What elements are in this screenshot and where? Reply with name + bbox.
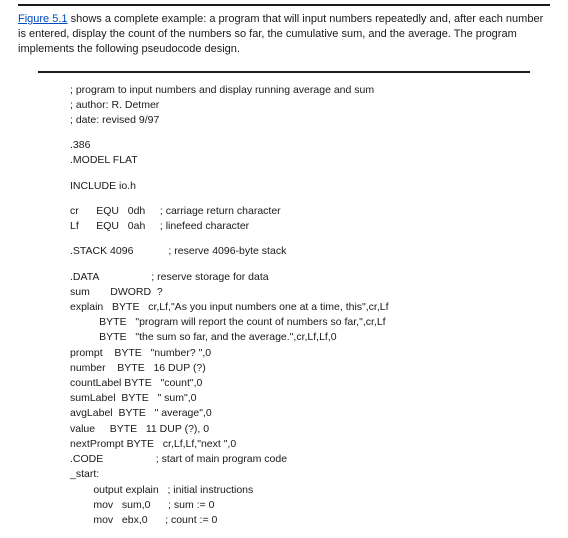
code-line: .MODEL FLAT: [70, 153, 568, 168]
code-line: prompt BYTE "number? ",0: [70, 346, 568, 361]
code-line: .STACK 4096 ; reserve 4096-byte stack: [70, 244, 568, 259]
code-line: BYTE "program will report the count of n…: [70, 315, 568, 330]
intro-text: shows a complete example: a program that…: [18, 13, 543, 55]
code-listing: ; program to input numbers and display r…: [0, 83, 568, 538]
code-line: nextPrompt BYTE cr,Lf,Lf,"next ",0: [70, 437, 568, 452]
code-line: ; date: revised 9/97: [70, 113, 568, 128]
code-line: BYTE "the sum so far, and the average.",…: [70, 330, 568, 345]
code-line: value BYTE 11 DUP (?), 0: [70, 422, 568, 437]
code-line: INCLUDE io.h: [70, 179, 568, 194]
code-line: .386: [70, 138, 568, 153]
code-line: .DATA ; reserve storage for data: [70, 270, 568, 285]
code-line: sum DWORD ?: [70, 285, 568, 300]
code-line: sumLabel BYTE " sum",0: [70, 391, 568, 406]
code-line: avgLabel BYTE " average",0: [70, 406, 568, 421]
intro-paragraph: Figure 5.1 shows a complete example: a p…: [0, 6, 568, 67]
divider: [38, 71, 530, 73]
code-line: output explain ; initial instructions: [70, 483, 568, 498]
code-line: Lf EQU 0ah ; linefeed character: [70, 219, 568, 234]
code-line: _start:: [70, 467, 568, 482]
code-line: explain BYTE cr,Lf,"As you input numbers…: [70, 300, 568, 315]
code-line: .CODE ; start of main program code: [70, 452, 568, 467]
figure-link[interactable]: Figure 5.1: [18, 13, 68, 25]
code-line: ; program to input numbers and display r…: [70, 83, 568, 98]
code-line: mov sum,0 ; sum := 0: [70, 498, 568, 513]
code-line: number BYTE 16 DUP (?): [70, 361, 568, 376]
code-line: cr EQU 0dh ; carriage return character: [70, 204, 568, 219]
code-line: ; author: R. Detmer: [70, 98, 568, 113]
code-line: countLabel BYTE "count",0: [70, 376, 568, 391]
code-line: mov ebx,0 ; count := 0: [70, 513, 568, 528]
